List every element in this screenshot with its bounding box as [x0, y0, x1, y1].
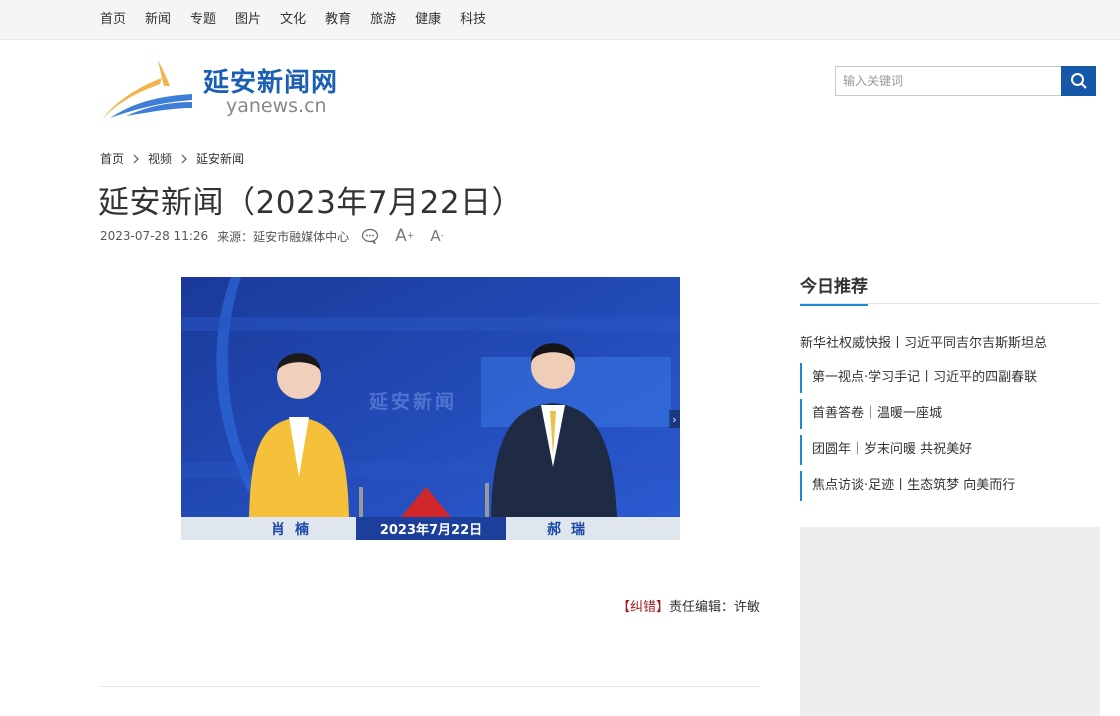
recommend-title: 今日推荐 [800, 272, 868, 306]
search-button[interactable] [1061, 66, 1096, 96]
logo-title: 延安新闻网 [203, 68, 339, 98]
nav-item-news[interactable]: 新闻 [145, 0, 171, 40]
recommend-item[interactable]: 焦点访谈·足迹丨生态筑梦 向美而行 [800, 471, 1100, 501]
chevron-right-icon [132, 154, 140, 164]
correction-link[interactable]: 【纠错】 [617, 600, 669, 615]
logo-mark-icon [102, 60, 192, 120]
nav-item-education[interactable]: 教育 [325, 0, 351, 40]
anchor-name-left: 肖楠 [271, 522, 319, 538]
breadcrumb-video[interactable]: 视频 [148, 150, 172, 167]
nav-item-topics[interactable]: 专题 [190, 0, 216, 40]
chevron-right-icon [180, 154, 188, 164]
font-increase-button[interactable]: A + [395, 226, 414, 246]
recommend-item[interactable]: 新华社权威快报丨习近平同吉尔吉斯斯坦总 [800, 332, 1100, 351]
search-box [835, 66, 1096, 96]
recommend-item[interactable]: 首善答卷｜温暖一座城 [800, 399, 1100, 429]
publish-datetime: 2023-07-28 11:26 [100, 229, 209, 243]
font-decrease-icon: A [430, 227, 441, 245]
studio-backdrop-text: 延安新闻 [369, 391, 458, 413]
recommend-list: 第一视点·学习手记丨习近平的四副春联 首善答卷｜温暖一座城 团圆年｜岁末问暖 共… [800, 363, 1100, 507]
nav-item-culture[interactable]: 文化 [280, 0, 306, 40]
editor-line: 【纠错】责任编辑：许敏 [100, 596, 760, 615]
recommend-header: 今日推荐 [800, 270, 1100, 306]
font-increase-icon: A [395, 226, 407, 246]
breadcrumb: 首页 视频 延安新闻 [100, 150, 244, 167]
search-icon [1070, 73, 1087, 89]
article-meta: 2023-07-28 11:26 来源：延安市融媒体中心 A + A- [100, 226, 444, 246]
page-title: 延安新闻（2023年7月22日） [98, 185, 524, 221]
logo-subtitle: yanews.cn [226, 95, 327, 117]
chevron-right-icon[interactable]: › [669, 410, 680, 428]
video-date: 2023年7月22日 [356, 517, 506, 540]
font-decrease-button[interactable]: A- [430, 227, 444, 245]
nav-item-home[interactable]: 首页 [100, 0, 126, 40]
anchor-name-right: 郝瑞 [547, 522, 595, 538]
nav-item-travel[interactable]: 旅游 [370, 0, 396, 40]
nav-item-photos[interactable]: 图片 [235, 0, 261, 40]
nav-item-tech[interactable]: 科技 [460, 0, 486, 40]
breadcrumb-yanan-news[interactable]: 延安新闻 [196, 150, 244, 167]
video-player[interactable]: 延安新闻 肖楠 2023年7月22日 郝瑞 › [181, 277, 680, 540]
ad-placeholder [800, 527, 1100, 716]
recommend-item[interactable]: 团圆年｜岁末问暖 共祝美好 [800, 435, 1100, 465]
responsible-editor: 责任编辑：许敏 [668, 600, 760, 615]
divider [100, 686, 760, 687]
breadcrumb-home[interactable]: 首页 [100, 150, 124, 167]
nav-item-health[interactable]: 健康 [415, 0, 441, 40]
comment-icon[interactable] [361, 228, 379, 244]
site-logo[interactable]: 延安新闻网 yanews.cn [100, 58, 360, 124]
search-input[interactable] [835, 66, 1061, 96]
recommend-item[interactable]: 第一视点·学习手记丨习近平的四副春联 [800, 363, 1100, 393]
top-nav: 首页 新闻 专题 图片 文化 教育 旅游 健康 科技 [0, 0, 1120, 40]
article-source: 来源：延安市融媒体中心 [217, 229, 350, 244]
